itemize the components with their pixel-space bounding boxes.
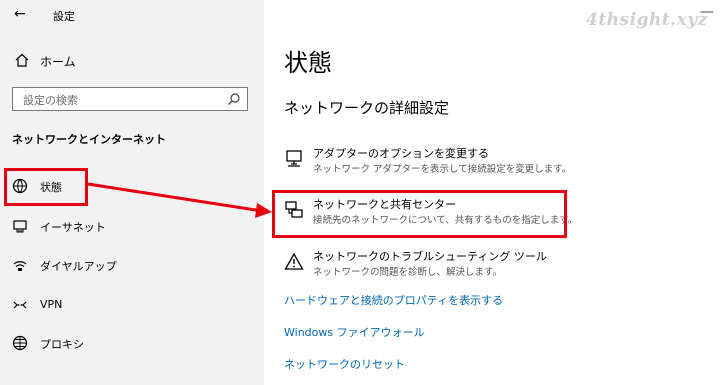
annotation-arrow <box>87 182 272 218</box>
